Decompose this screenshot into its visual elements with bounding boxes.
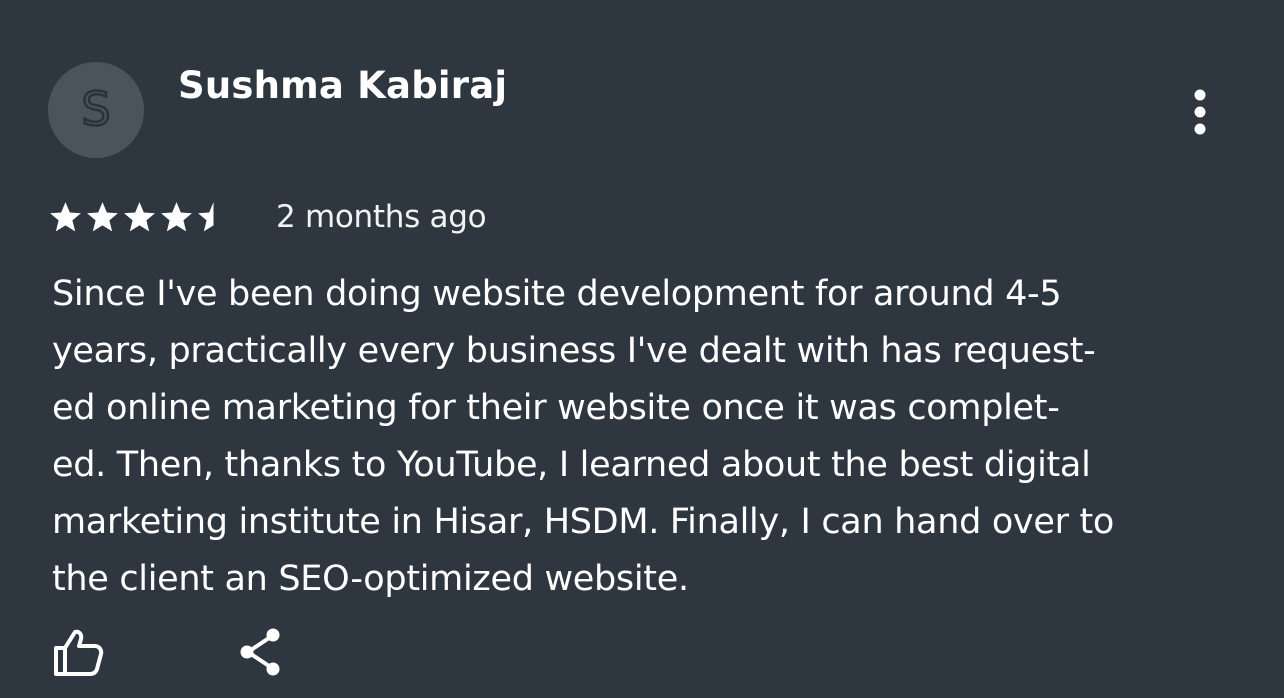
review-text-line: Since I've been doing website developmen…: [52, 274, 1062, 314]
share-button[interactable]: [232, 622, 292, 682]
share-icon: [240, 628, 280, 676]
review-card: S Sushma Kabiraj 2 months ago Since I've…: [0, 0, 1284, 698]
star-full-icon: [87, 202, 118, 232]
more-options-button[interactable]: [1176, 82, 1224, 142]
action-bar: [48, 622, 292, 682]
avatar-initial: S: [80, 82, 112, 136]
review-text-line: years, practically every business I've d…: [52, 331, 1096, 371]
review-text-line: ed online marketing for their website on…: [52, 388, 1060, 428]
avatar[interactable]: S: [48, 62, 144, 158]
star-rating: [48, 200, 238, 234]
review-text: Since I've been doing website developmen…: [52, 266, 1262, 608]
review-date: 2 months ago: [276, 199, 487, 235]
review-text-line: ed. Then, thanks to YouTube, I learned a…: [52, 445, 1091, 485]
review-text-line: marketing institute in Hisar, HSDM. Fina…: [52, 502, 1115, 542]
rating-row: 2 months ago: [48, 192, 487, 242]
like-button[interactable]: [48, 622, 108, 682]
thumbs-up-icon: [54, 629, 104, 676]
star-full-icon: [50, 202, 81, 232]
star-full-icon: [124, 202, 155, 232]
author-name[interactable]: Sushma Kabiraj: [178, 64, 507, 107]
star-full-icon: [161, 202, 192, 232]
more-vertical-icon: [1194, 89, 1206, 135]
star-half-icon: [198, 202, 214, 232]
review-text-line: the client an SEO-optimized website.: [52, 559, 689, 599]
